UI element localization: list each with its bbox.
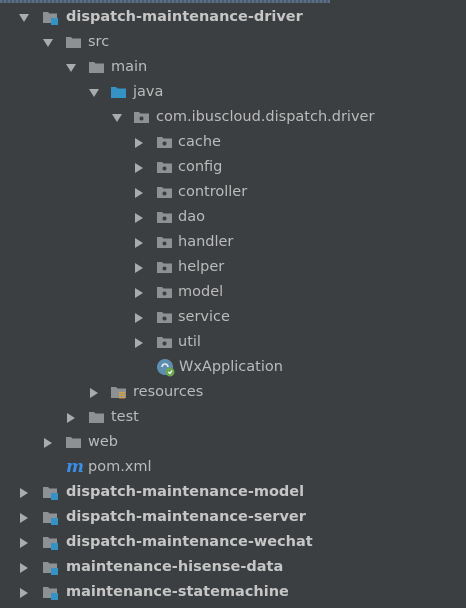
folder-icon <box>89 62 104 73</box>
folder-icon <box>66 437 81 448</box>
chevron-right-icon[interactable] <box>65 412 77 424</box>
package-icon <box>157 312 172 323</box>
tree-node-root-module[interactable]: dispatch-maintenance-driver <box>0 5 466 30</box>
chevron-down-icon[interactable] <box>18 12 30 24</box>
chevron-right-icon[interactable] <box>18 562 30 574</box>
tree-node-label: handler <box>178 234 234 250</box>
tree-node-label: service <box>178 309 230 325</box>
chevron-down-icon[interactable] <box>88 87 100 99</box>
folder-icon <box>89 412 104 423</box>
spring-boot-class-icon <box>157 359 175 377</box>
tree-node-label: com.ibuscloud.dispatch.driver <box>156 109 375 125</box>
package-icon <box>157 262 172 273</box>
tree-node-wxapplication[interactable]: WxApplication <box>0 355 466 380</box>
module-folder-icon <box>43 587 58 600</box>
tree-node-label: src <box>88 34 110 50</box>
tree-node-label: config <box>178 159 223 175</box>
tree-node-label: model <box>178 284 224 300</box>
tree-node-module[interactable]: dispatch-maintenance-model <box>0 480 466 505</box>
tree-node-label: web <box>88 434 118 450</box>
tree-node-service[interactable]: service <box>0 305 466 330</box>
tree-node-test[interactable]: test <box>0 405 466 430</box>
package-icon <box>157 137 172 148</box>
tree-node-cache[interactable]: cache <box>0 130 466 155</box>
source-root-folder-icon <box>111 87 126 98</box>
chevron-right-icon[interactable] <box>133 287 145 299</box>
tree-node-label: dao <box>178 209 205 225</box>
tree-node-model[interactable]: model <box>0 280 466 305</box>
tree-node-config[interactable]: config <box>0 155 466 180</box>
tree-node-web[interactable]: web <box>0 430 466 455</box>
package-icon <box>157 212 172 223</box>
tree-node-dao[interactable]: dao <box>0 205 466 230</box>
chevron-down-icon[interactable] <box>65 62 77 74</box>
maven-icon: m <box>66 457 84 477</box>
module-folder-icon <box>43 512 58 525</box>
tree-node-java[interactable]: java <box>0 80 466 105</box>
tree-node-label: helper <box>178 259 225 275</box>
tree-node-module[interactable]: dispatch-maintenance-wechat <box>0 530 466 555</box>
chevron-down-icon[interactable] <box>111 112 123 124</box>
package-icon <box>157 287 172 298</box>
chevron-right-icon[interactable] <box>42 437 54 449</box>
tree-node-label: controller <box>178 184 248 200</box>
tree-node-label: maintenance-statemachine <box>66 584 289 600</box>
tree-node-package-root[interactable]: com.ibuscloud.dispatch.driver <box>0 105 466 130</box>
tree-node-util[interactable]: util <box>0 330 466 355</box>
chevron-right-icon[interactable] <box>18 487 30 499</box>
package-icon <box>157 237 172 248</box>
tree-node-resources[interactable]: resources <box>0 380 466 405</box>
chevron-right-icon[interactable] <box>133 212 145 224</box>
tree-node-main[interactable]: main <box>0 55 466 80</box>
tree-node-label: test <box>111 409 139 425</box>
chevron-right-icon[interactable] <box>133 162 145 174</box>
tree-node-label: maintenance-hisense-data <box>66 559 284 575</box>
tree-node-controller[interactable]: controller <box>0 180 466 205</box>
chevron-right-icon[interactable] <box>133 137 145 149</box>
tree-node-label: dispatch-maintenance-server <box>66 509 306 525</box>
module-folder-icon <box>43 12 58 25</box>
package-icon <box>157 162 172 173</box>
chevron-right-icon[interactable] <box>133 337 145 349</box>
tree-node-label: dispatch-maintenance-model <box>66 484 305 500</box>
chevron-right-icon[interactable] <box>133 312 145 324</box>
tree-node-pom-xml[interactable]: m pom.xml <box>0 455 466 480</box>
chevron-right-icon[interactable] <box>18 512 30 524</box>
package-icon <box>157 337 172 348</box>
package-icon <box>134 112 149 123</box>
tree-node-module[interactable]: maintenance-hisense-data <box>0 555 466 580</box>
chevron-right-icon[interactable] <box>133 187 145 199</box>
module-folder-icon <box>43 537 58 550</box>
selected-row-remnant <box>0 0 330 3</box>
folder-icon <box>66 37 81 48</box>
module-folder-icon <box>43 487 58 500</box>
tree-node-label: WxApplication <box>179 359 283 375</box>
resources-folder-icon <box>111 387 126 399</box>
tree-node-label: dispatch-maintenance-driver <box>66 9 303 25</box>
tree-node-src[interactable]: src <box>0 30 466 55</box>
chevron-right-icon[interactable] <box>18 537 30 549</box>
tree-node-label: java <box>133 84 164 100</box>
chevron-right-icon[interactable] <box>133 237 145 249</box>
tree-node-label: main <box>111 59 148 75</box>
tree-node-module[interactable]: maintenance-statemachine <box>0 580 466 605</box>
tree-node-label: resources <box>133 384 204 400</box>
tree-node-handler[interactable]: handler <box>0 230 466 255</box>
chevron-down-icon[interactable] <box>42 37 54 49</box>
tree-node-label: dispatch-maintenance-wechat <box>66 534 313 550</box>
module-folder-icon <box>43 562 58 575</box>
chevron-right-icon[interactable] <box>88 387 100 399</box>
tree-node-helper[interactable]: helper <box>0 255 466 280</box>
chevron-right-icon[interactable] <box>133 262 145 274</box>
tree-node-module[interactable]: dispatch-maintenance-server <box>0 505 466 530</box>
chevron-right-icon[interactable] <box>18 587 30 599</box>
tree-node-label: cache <box>178 134 221 150</box>
tree-node-label: util <box>178 334 201 350</box>
package-icon <box>157 187 172 198</box>
tree-node-label: pom.xml <box>88 459 152 475</box>
